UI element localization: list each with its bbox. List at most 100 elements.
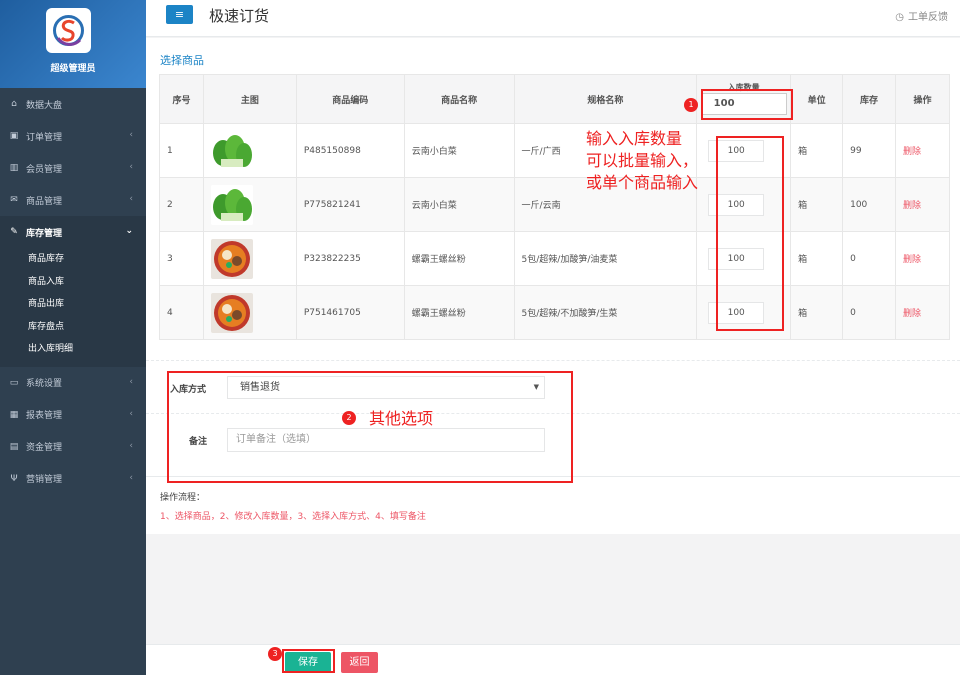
- col-header: 商品编码: [295, 74, 405, 124]
- row-action-cell: 删除: [895, 177, 950, 232]
- row-stock: 99: [842, 123, 897, 178]
- menu-item-inventory[interactable]: ✎ 库存管理 ⌄: [0, 216, 146, 248]
- row-stock: 0: [842, 231, 897, 286]
- brand-name: 超级管理员: [50, 64, 96, 74]
- table-row: 4 P751461705 螺霸王螺丝粉 5包/超辣/不加酸笋/生菜 100 箱: [159, 285, 950, 340]
- flow-steps: 1、选择商品，2、修改入库数量，3、选择入库方式、4、填写备注: [160, 512, 426, 522]
- chart-icon: ▥: [9, 163, 19, 173]
- cabbage-image: [210, 184, 253, 225]
- submenu-item-stock-in[interactable]: 商品入库: [0, 271, 146, 294]
- menu-item-label: 数据大盘: [26, 100, 63, 111]
- topbar: ≡ 极速订货 ◷ 工单反馈: [146, 0, 960, 37]
- wallet-icon: ▤: [9, 441, 19, 452]
- row-stock: 100: [842, 177, 897, 232]
- feedback-icon: ◷: [895, 12, 904, 23]
- row-no: 3: [159, 231, 204, 286]
- cutlery-icon: Ψ: [10, 473, 18, 484]
- menu-item-settings[interactable]: ▭ 系统设置 ‹: [0, 367, 146, 399]
- row-name: 云南小白菜: [403, 177, 515, 232]
- feedback-link[interactable]: ◷ 工单反馈: [895, 8, 948, 23]
- annotation-box-batch-qty: [701, 89, 793, 120]
- noodle-bowl-image: [210, 238, 253, 279]
- col-header: 库存: [842, 74, 897, 124]
- menu-toggle-button[interactable]: ≡: [166, 5, 193, 24]
- menu-item-reports[interactable]: ▦ 报表管理 ‹: [0, 399, 146, 431]
- row-image: [202, 231, 297, 286]
- cabbage-image: [210, 130, 253, 171]
- submenu-item-stocktake[interactable]: 库存盘点: [0, 316, 146, 339]
- delete-link[interactable]: 删除: [903, 147, 921, 157]
- menu-item-label: 营销管理: [26, 475, 63, 486]
- sidebar: 超级管理员 ⌂ 数据大盘 ▣ 订单管理 ‹ ▥ 会员管理 ‹ ✉ 商品管理 ‹ …: [0, 0, 146, 675]
- menu-item-members[interactable]: ▥ 会员管理 ‹: [0, 152, 146, 184]
- menu-item-marketing[interactable]: Ψ 营销管理 ‹: [0, 463, 146, 495]
- table-row: 1 P485150898 云南小白菜 一斤/广西 100 箱 99 删除: [159, 123, 950, 178]
- annotation-number: 2: [342, 411, 356, 425]
- row-action-cell: 删除: [895, 123, 950, 178]
- chevron-left-icon: ‹: [129, 408, 133, 419]
- table-row: 2 P775821241 云南小白菜 一斤/云南 100 箱 100 删除: [159, 177, 950, 232]
- delete-link[interactable]: 删除: [903, 201, 921, 211]
- section-title: 选择商品: [160, 54, 204, 67]
- row-code: P775821241: [295, 177, 405, 232]
- row-no: 1: [159, 123, 204, 178]
- menu-item-label: 系统设置: [26, 379, 63, 390]
- annotation-note-qty: 输入入库数量 可以批量输入， 或单个商品输入: [586, 129, 699, 192]
- menu-item-products[interactable]: ✉ 商品管理 ‹: [0, 184, 146, 216]
- submenu-item-stock[interactable]: 商品库存: [0, 248, 146, 271]
- hamburger-icon: ≡: [174, 8, 185, 21]
- desktop-icon: ▭: [9, 377, 19, 388]
- brand-area: 超级管理员: [0, 0, 146, 88]
- row-no: 2: [159, 177, 204, 232]
- menu-item-orders[interactable]: ▣ 订单管理 ‹: [0, 120, 146, 152]
- row-unit: 箱: [790, 123, 844, 178]
- delete-link[interactable]: 删除: [903, 255, 921, 265]
- col-header: 单位: [790, 74, 844, 124]
- col-header: 序号: [159, 74, 204, 124]
- menu-item-label: 会员管理: [26, 164, 63, 175]
- row-unit: 箱: [790, 285, 844, 340]
- row-image: [202, 177, 297, 232]
- table-header-row: 序号 主图 商品编码 商品名称 规格名称 入库数量 100 单位 库存 操作: [159, 74, 950, 124]
- inventory-submenu: 商品库存 商品入库 商品出库 库存盘点 出入库明细: [0, 248, 146, 367]
- menu-item-label: 库存管理: [26, 228, 63, 239]
- main-content: 选择商品 序号 主图 商品编码 商品名称 规格名称 入库数量 100 单位 库存…: [146, 38, 960, 644]
- order-icon: ▣: [9, 131, 19, 141]
- noodle-bowl-image: [210, 292, 253, 333]
- feedback-label: 工单反馈: [908, 12, 948, 23]
- menu-item-dashboard[interactable]: ⌂ 数据大盘: [0, 88, 146, 120]
- chevron-left-icon: ‹: [129, 376, 133, 387]
- goods-table: 序号 主图 商品编码 商品名称 规格名称 入库数量 100 单位 库存 操作 1: [159, 74, 950, 340]
- submenu-item-stock-out[interactable]: 商品出库: [0, 293, 146, 316]
- col-header: 主图: [202, 74, 297, 124]
- app-logo: [46, 8, 91, 53]
- menu-item-label: 商品管理: [26, 196, 63, 207]
- row-code: P323822235: [295, 231, 405, 286]
- row-code: P485150898: [295, 123, 405, 178]
- bar-chart-icon: ▦: [9, 409, 19, 420]
- annotation-box-qty-column: [716, 136, 784, 331]
- page-title: 极速订货: [209, 7, 270, 25]
- menu-item-label: 资金管理: [26, 443, 63, 454]
- row-name: 云南小白菜: [403, 123, 515, 178]
- col-header: 操作: [895, 74, 950, 124]
- row-image: [202, 285, 297, 340]
- submenu-item-stock-detail[interactable]: 出入库明细: [0, 338, 146, 361]
- row-no: 4: [159, 285, 204, 340]
- delete-link[interactable]: 删除: [903, 309, 921, 319]
- table-row: 3 P323822235 螺霸王螺丝粉 5包/超辣/加酸笋/油麦菜 100 箱: [159, 231, 950, 286]
- envelope-icon: ✉: [10, 195, 18, 205]
- chevron-left-icon: ‹: [129, 472, 133, 483]
- annotation-number: 3: [268, 647, 282, 661]
- back-button[interactable]: 返回: [341, 652, 378, 673]
- row-action-cell: 删除: [895, 231, 950, 286]
- annotation-number: 1: [684, 98, 698, 112]
- menu-item-funds[interactable]: ▤ 资金管理 ‹: [0, 431, 146, 463]
- chevron-down-icon: ⌄: [125, 226, 133, 236]
- flow-title: 操作流程：: [160, 493, 206, 503]
- footer-bar: 保存 返回: [146, 644, 960, 675]
- content-filler: [146, 534, 960, 644]
- row-unit: 箱: [790, 231, 844, 286]
- menu-item-label: 报表管理: [26, 411, 63, 422]
- edit-icon: ✎: [10, 227, 18, 237]
